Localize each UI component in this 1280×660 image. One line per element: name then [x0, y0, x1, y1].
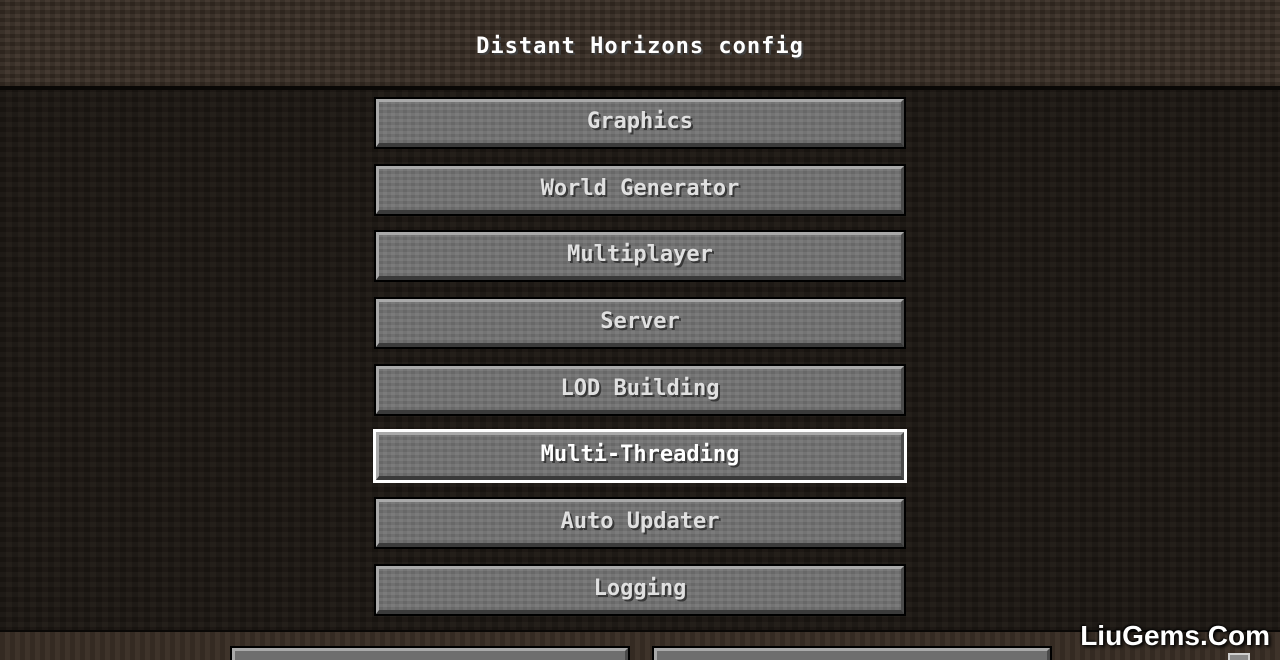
footer-right-button[interactable]	[652, 646, 1052, 660]
server-button[interactable]: Server	[374, 297, 906, 350]
auto-updater-button[interactable]: Auto Updater	[374, 497, 906, 550]
logging-button[interactable]: Logging	[374, 563, 906, 616]
corner-button-icon[interactable]	[1228, 653, 1250, 660]
world-generator-button[interactable]: World Generator	[374, 163, 906, 216]
lod-building-button[interactable]: LOD Building	[374, 363, 906, 416]
config-category-list: Graphics World Generator Multiplayer Ser…	[373, 97, 907, 633]
multiplayer-button[interactable]: Multiplayer	[374, 230, 906, 283]
footer-left-button[interactable]	[230, 646, 630, 660]
watermark: LiuGems.Com	[1080, 620, 1270, 651]
screen-title: Distant Horizons config	[476, 34, 804, 59]
graphics-button[interactable]: Graphics	[374, 97, 906, 149]
multi-threading-button[interactable]: Multi-Threading	[373, 429, 907, 484]
